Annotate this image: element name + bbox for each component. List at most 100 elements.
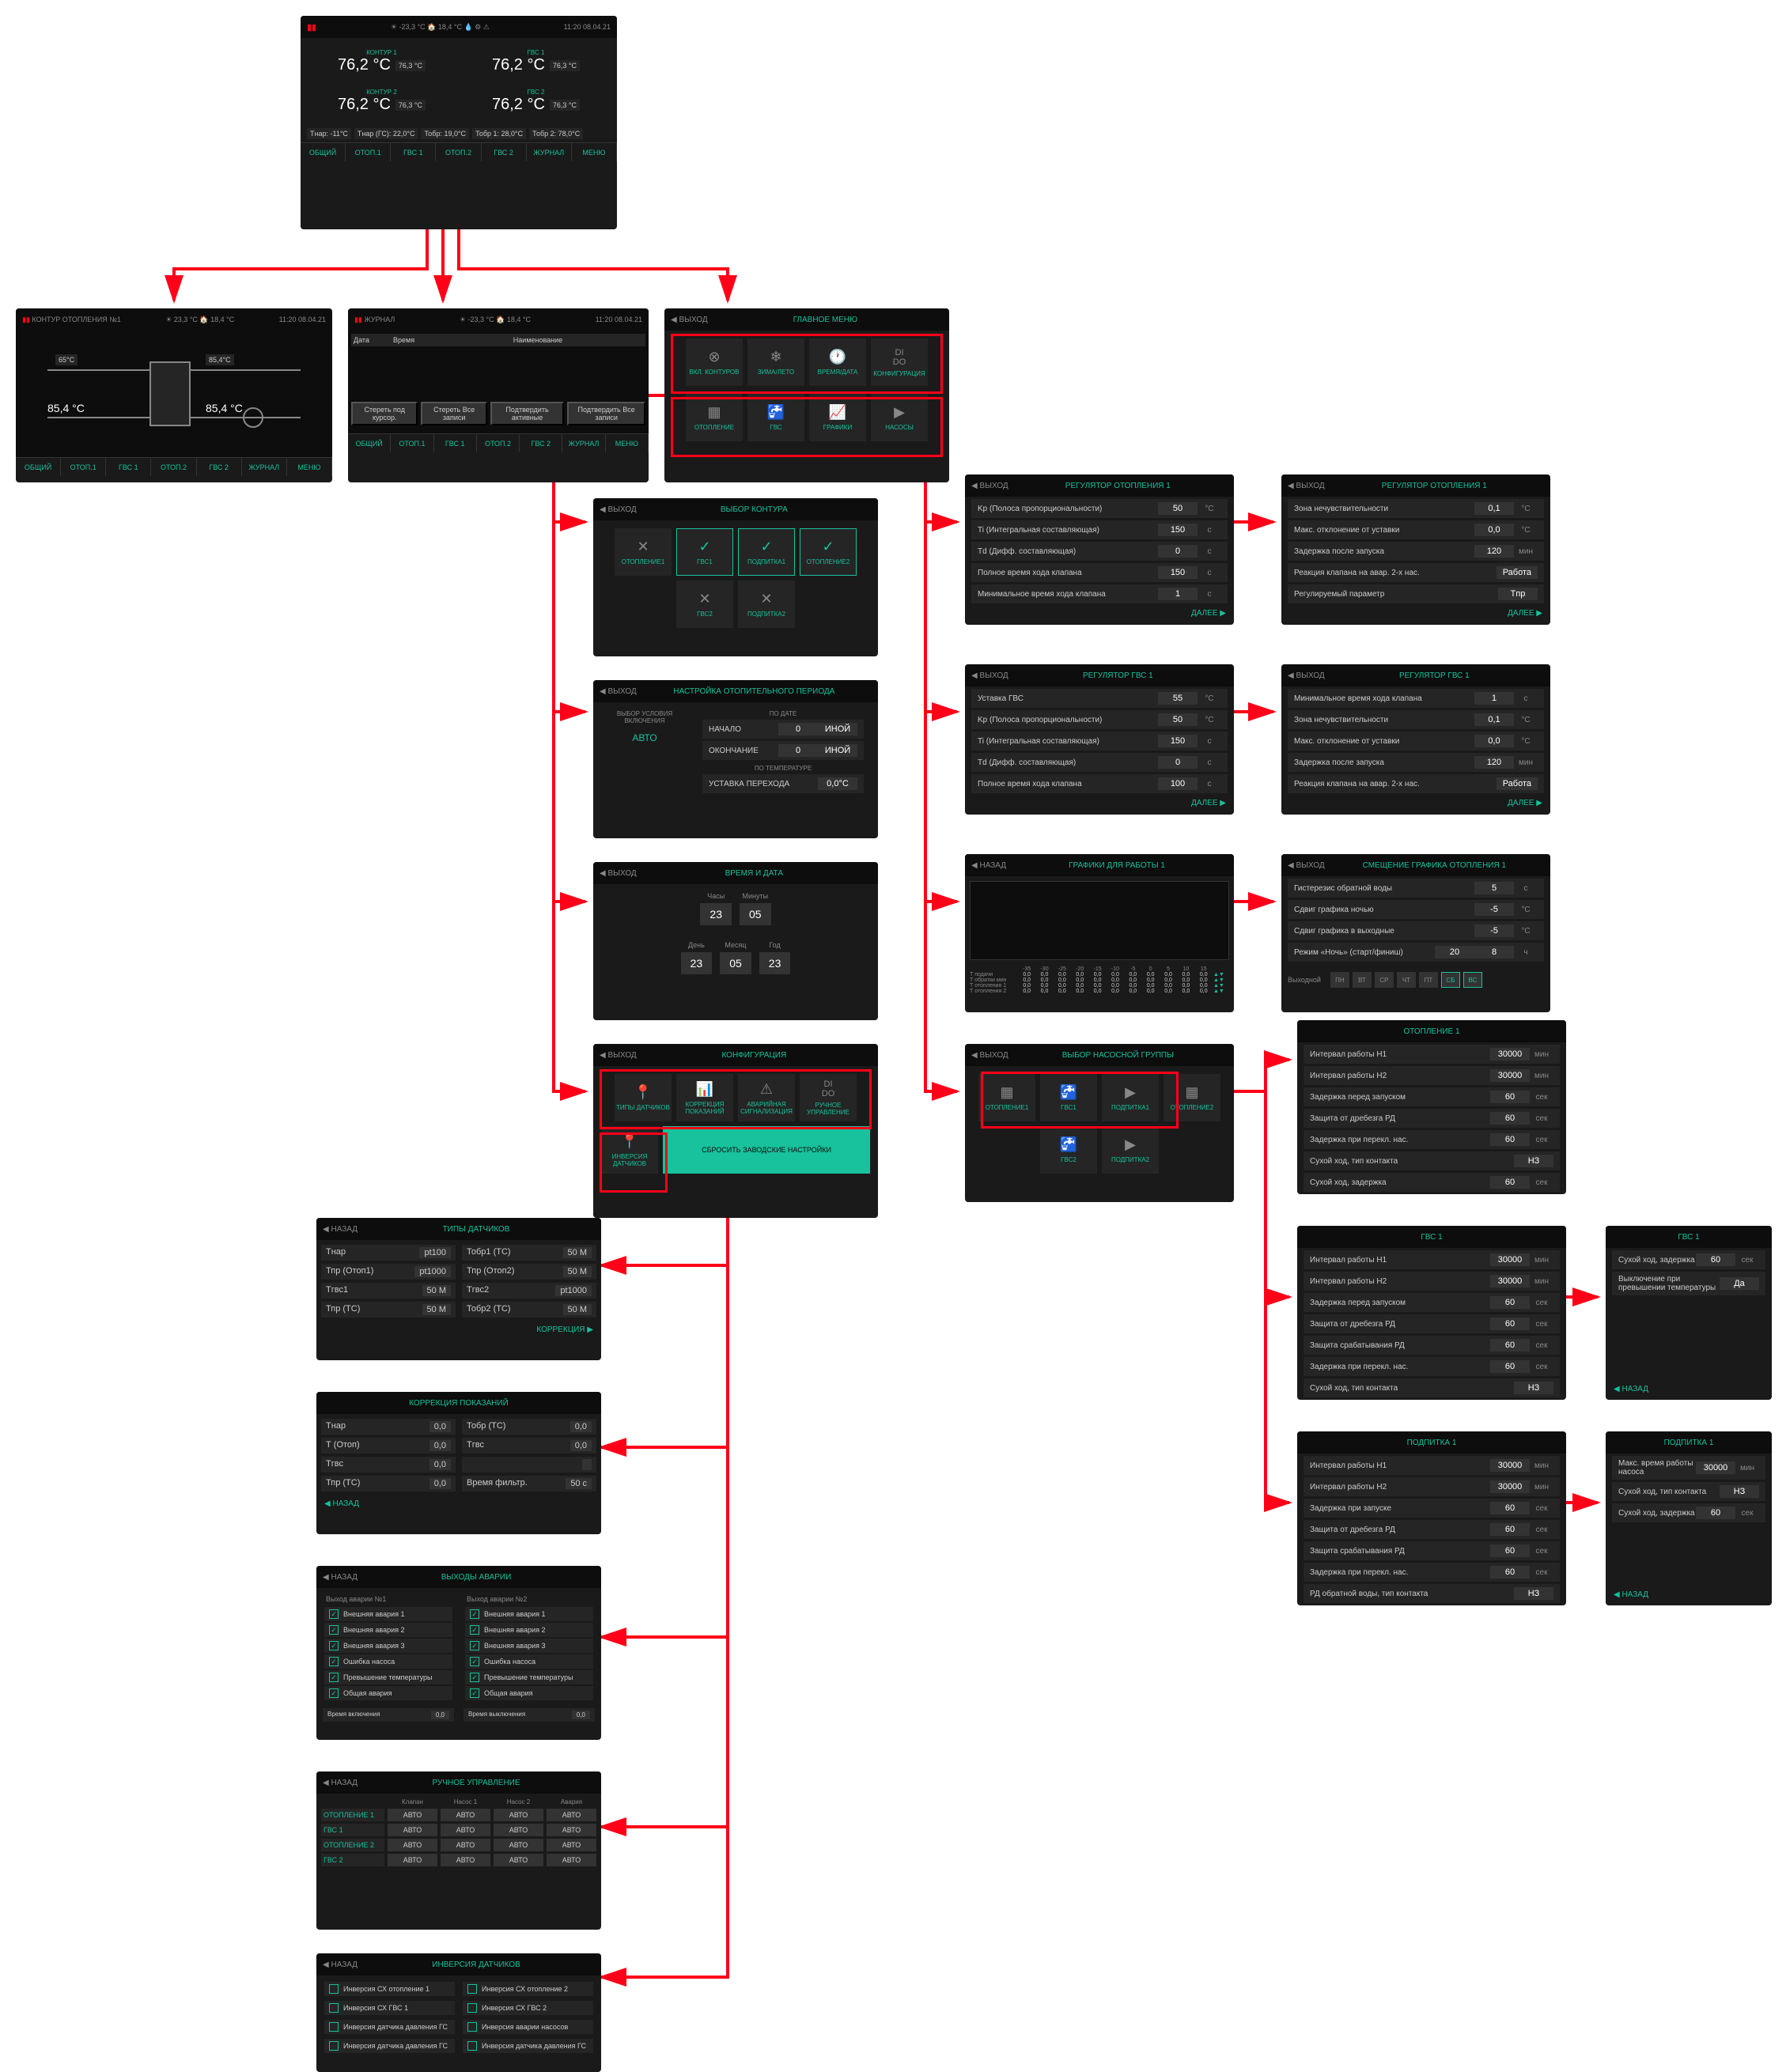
nav-heat2[interactable]: ОТОП.2	[436, 143, 481, 161]
alarm-checkbox[interactable]: ✓Внешняя авария 2	[324, 1623, 452, 1637]
alarm-checkbox[interactable]: ✓Ошибка насоса	[324, 1654, 452, 1669]
btn-confirm-all[interactable]: Подтвердить Все записи	[567, 402, 645, 425]
alarm-checkbox[interactable]: ✓Превышение температуры	[324, 1670, 452, 1684]
auto-button[interactable]: АВТО	[494, 1839, 543, 1851]
tile-heating[interactable]: ▦ОТОПЛЕНИЕ	[686, 394, 743, 441]
temp-tile-3[interactable]: КОНТУР 2 76,2 °C 76,3 °C	[307, 84, 456, 119]
nav-heat1[interactable]: ОТОП.1	[346, 143, 391, 161]
auto-button[interactable]: АВТО	[494, 1854, 543, 1866]
reg-otop1b-panel: ◀ ВЫХОДРЕГУЛЯТОР ОТОПЛЕНИЯ 1 Зона нечувс…	[1281, 475, 1550, 625]
param-row: Задержка после запуска120мин	[1288, 753, 1544, 772]
nav-general[interactable]: ОБЩИЙ	[301, 143, 346, 161]
inversion-checkbox[interactable]: Инверсия аварии насосов	[463, 2020, 593, 2034]
param-row: Ti (Интегральная составляющая)150с	[971, 732, 1228, 751]
podpitka2-panel: ПОДПИТКА 1 Макс. время работы насоса3000…	[1606, 1431, 1772, 1605]
day-toggle[interactable]: ВС	[1463, 972, 1482, 988]
auto-button[interactable]: АВТО	[547, 1809, 596, 1821]
nav-journal[interactable]: ЖУРНАЛ	[527, 143, 572, 161]
auto-button[interactable]: АВТО	[441, 1824, 490, 1836]
tile-charts[interactable]: 📈ГРАФИКИ	[809, 394, 866, 441]
konfig-panel: ◀ ВЫХОД КОНФИГУРАЦИЯ 📍ТИПЫ ДАТЧИКОВ 📊КОР…	[593, 1044, 878, 1218]
param-row: РД обратной воды, тип контактаНЗ	[1304, 1584, 1560, 1603]
back-button[interactable]: ◀ ВЫХОД	[671, 316, 708, 324]
reset-button[interactable]: СБРОСИТЬ ЗАВОДСКИЕ НАСТРОЙКИ	[663, 1126, 870, 1174]
tipy-panel: ◀ НАЗАДТИПЫ ДАТЧИКОВ Тнарpt100Тобр1 (ТС)…	[316, 1218, 601, 1360]
inversion-checkbox[interactable]: Инверсия датчика давления ГС	[463, 2039, 593, 2053]
alarm-checkbox[interactable]: ✓Ошибка насоса	[465, 1654, 593, 1669]
inversion-checkbox[interactable]: Инверсия СХ ГВС 2	[463, 2001, 593, 2015]
param-row: Ti (Интегральная составляющая)150с	[971, 520, 1228, 539]
day-toggle[interactable]: ЧТ	[1397, 972, 1416, 988]
alarm-checkbox[interactable]: ✓Внешняя авария 2	[465, 1623, 593, 1637]
auto-button[interactable]: АВТО	[388, 1824, 437, 1836]
alarm-checkbox[interactable]: ✓Внешняя авария 3	[324, 1639, 452, 1653]
nav-menu[interactable]: МЕНЮ	[572, 143, 617, 161]
inversion-checkbox[interactable]: Инверсия датчика давления ГС	[324, 2020, 455, 2034]
inversion-checkbox[interactable]: Инверсия СХ отопление 1	[324, 1982, 455, 1996]
day-toggle[interactable]: СБ	[1441, 972, 1460, 988]
day-toggle[interactable]: ПН	[1330, 972, 1349, 988]
tile-gvs[interactable]: 🚰ГВС	[747, 394, 804, 441]
param-row: Реакция клапана на авар. 2-х нас.Работа	[1288, 563, 1544, 582]
otop-nasos-panel: ОТОПЛЕНИЕ 1 Интервал работы Н130000минИн…	[1297, 1020, 1566, 1194]
param-row: Минимальное время хода клапана1с	[1288, 689, 1544, 708]
param-row: Зона нечувствительности0,1°C	[1288, 499, 1544, 518]
vybor-kontura-panel: ◀ ВЫХОД ВЫБОР КОНТУРА ✕ОТОПЛЕНИЕ1 ✓ГВС1 …	[593, 498, 878, 656]
param-row: Выключение при превышении температурыДа	[1612, 1272, 1765, 1295]
param-row: Td (Дифф. составляющая)0с	[971, 542, 1228, 561]
alarm-checkbox[interactable]: ✓Общая авария	[465, 1686, 593, 1700]
alarm-checkbox[interactable]: ✓Внешняя авария 1	[324, 1607, 452, 1621]
param-row: Сухой ход, тип контактаНЗ	[1612, 1482, 1765, 1501]
inversion-checkbox[interactable]: Инверсия датчика давления ГС	[324, 2039, 455, 2053]
day-toggle[interactable]: ВТ	[1353, 972, 1372, 988]
param-row: Интервал работы Н130000мин	[1304, 1456, 1560, 1475]
tile-config[interactable]: DIDOКОНФИГУРАЦИЯ	[871, 338, 928, 386]
tile-sensor-types[interactable]: 📍ТИПЫ ДАТЧИКОВ	[615, 1074, 672, 1121]
inversion-checkbox[interactable]: Инверсия СХ ГВС 1	[324, 2001, 455, 2015]
alarm-checkbox[interactable]: ✓Превышение температуры	[465, 1670, 593, 1684]
nav-gvs2[interactable]: ГВС 2	[482, 143, 527, 161]
tile-correction[interactable]: 📊КОРРЕКЦИЯ ПОКАЗАНИЙ	[676, 1074, 733, 1121]
temp-tile-2[interactable]: ГВС 1 76,2 °C 76,3 °C	[461, 44, 611, 79]
inversion-checkbox[interactable]: Инверсия СХ отопление 2	[463, 1982, 593, 1996]
param-row: Задержка перед запуском60сек	[1304, 1087, 1560, 1106]
podpitka-panel: ПОДПИТКА 1 Интервал работы Н130000минИнт…	[1297, 1431, 1566, 1605]
param-row: Полное время хода клапана150с	[971, 563, 1228, 582]
alarm-checkbox[interactable]: ✓Внешняя авария 1	[465, 1607, 593, 1621]
nav-gvs1[interactable]: ГВС 1	[391, 143, 436, 161]
tile-inversion[interactable]: 📍ИНВЕРСИЯ ДАТЧИКОВ	[601, 1126, 658, 1174]
tile-contours[interactable]: ⊗ВКЛ. КОНТУРОВ	[686, 338, 743, 386]
auto-button[interactable]: АВТО	[388, 1809, 437, 1821]
tile-alarm[interactable]: ⚠АВАРИЙНАЯ СИГНАЛИЗАЦИЯ	[738, 1074, 795, 1121]
btn-erase-cursor[interactable]: Стереть под курсор.	[351, 402, 418, 425]
auto-button[interactable]: АВТО	[441, 1854, 490, 1866]
auto-button[interactable]: АВТО	[441, 1839, 490, 1851]
auto-button[interactable]: АВТО	[547, 1839, 596, 1851]
auto-button[interactable]: АВТО	[494, 1824, 543, 1836]
next-button[interactable]: ДАЛЕЕ ▶	[965, 606, 1234, 621]
auto-button[interactable]: АВТО	[388, 1839, 437, 1851]
tile-pumps[interactable]: ▶НАСОСЫ	[871, 394, 928, 441]
auto-button[interactable]: АВТО	[547, 1854, 596, 1866]
auto-button[interactable]: АВТО	[388, 1854, 437, 1866]
btn-confirm-active[interactable]: Подтвердить активные	[490, 402, 564, 425]
auto-button[interactable]: АВТО	[547, 1824, 596, 1836]
day-toggle[interactable]: СР	[1375, 972, 1394, 988]
tile-datetime[interactable]: 🕐ВРЕМЯ/ДАТА	[809, 338, 866, 386]
param-row: Уставка ГВС55°C	[971, 689, 1228, 708]
alarm-checkbox[interactable]: ✓Внешняя авария 3	[465, 1639, 593, 1653]
param-row: Реакция клапана на авар. 2-х нас.Работа	[1288, 774, 1544, 793]
dashboard-panel: ▮▮ ☀ -23,3 °C 🏠 18,4 °C 💧 ⚙ ⚠ 11:20 08.0…	[301, 16, 617, 229]
gvs-nasos-panel: ГВС 1 Интервал работы Н130000минИнтервал…	[1297, 1226, 1566, 1400]
tile-manual[interactable]: DIDOРУЧНОЕ УПРАВЛЕНИЕ	[800, 1074, 857, 1121]
auto-button[interactable]: АВТО	[494, 1809, 543, 1821]
day-toggle[interactable]: ПТ	[1419, 972, 1438, 988]
temp-tile-4[interactable]: ГВС 2 76,2 °C 76,3 °C	[461, 84, 611, 119]
param-row: Задержка при перекл. нас.60сек	[1304, 1563, 1560, 1582]
vremya-panel: ◀ ВЫХОД ВРЕМЯ И ДАТА Часы23 Минуты05 Ден…	[593, 862, 878, 1020]
tile-season[interactable]: ❄ЗИМА/ЛЕТО	[747, 338, 804, 386]
btn-erase-all[interactable]: Стереть Все записи	[421, 402, 486, 425]
temp-tile-1[interactable]: КОНТУР 1 76,2 °C 76,3 °C	[307, 44, 456, 79]
alarm-checkbox[interactable]: ✓Общая авария	[324, 1686, 452, 1700]
auto-button[interactable]: АВТО	[441, 1809, 490, 1821]
